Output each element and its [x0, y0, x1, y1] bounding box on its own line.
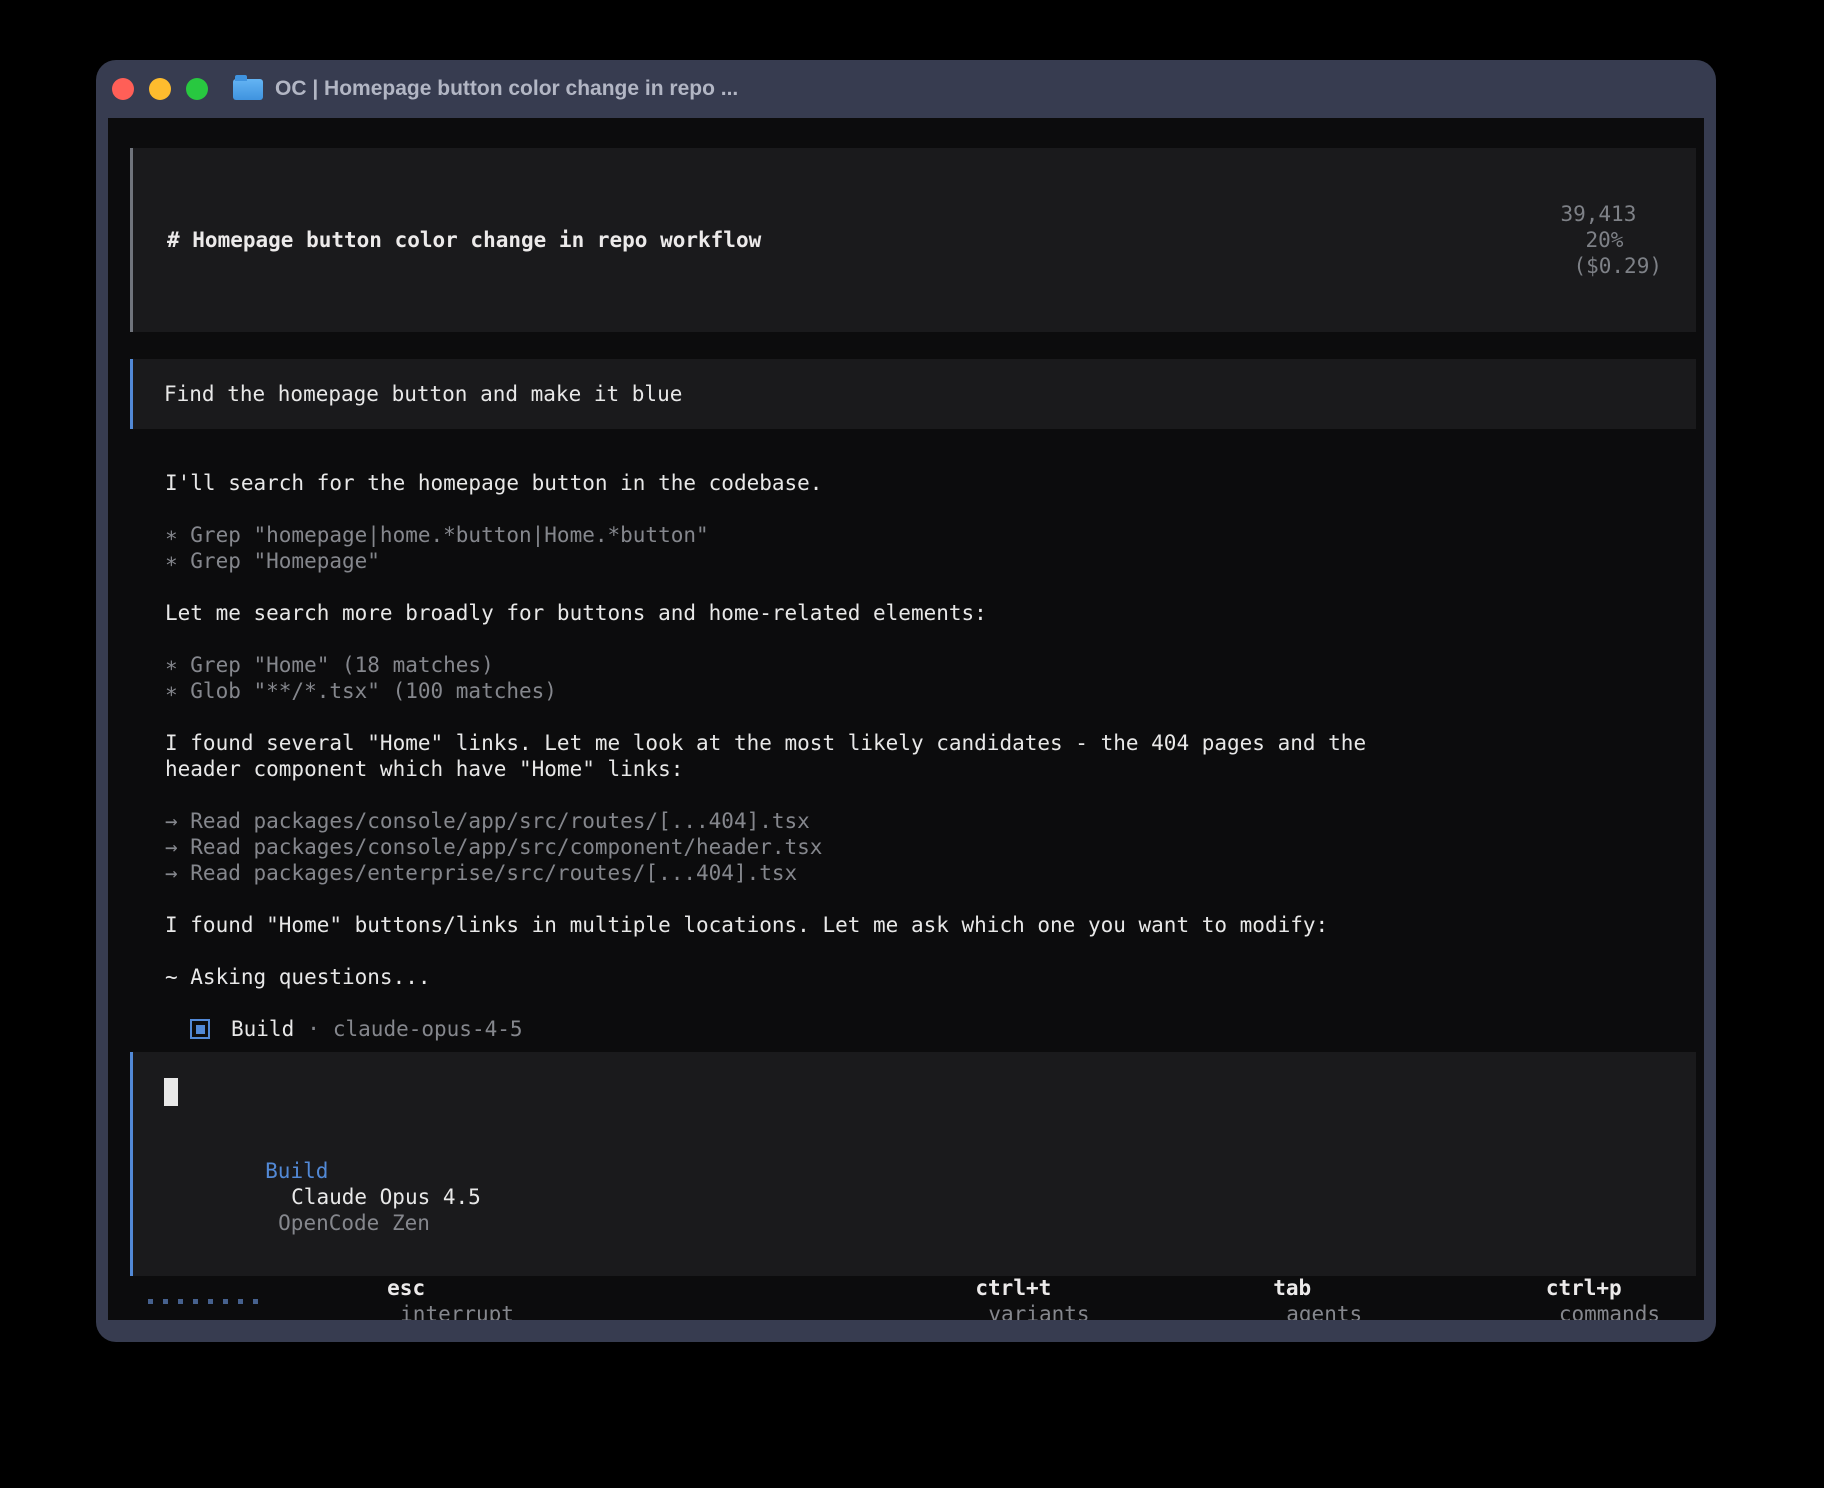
zoom-button[interactable] [186, 78, 208, 100]
input-provider: OpenCode Zen [278, 1211, 430, 1235]
transcript-line: Let me search more broadly for buttons a… [165, 600, 1696, 626]
spinner-dot [238, 1299, 243, 1304]
context-percent: 20% [1585, 228, 1623, 252]
agent-name: Build [231, 1016, 294, 1042]
transcript-line: I found "Home" buttons/links in multiple… [165, 912, 1696, 938]
window-title: OC | Homepage button color change in rep… [275, 77, 738, 101]
shortcut-label: commands [1559, 1302, 1660, 1320]
titlebar: OC | Homepage button color change in rep… [96, 60, 1716, 118]
shortcut-hint: tab agents [1122, 1249, 1363, 1320]
transcript-line [165, 496, 1696, 522]
window-controls [112, 78, 208, 100]
spinner-dot [163, 1299, 168, 1304]
spinner-dot [208, 1299, 213, 1304]
spinner-dot [193, 1299, 198, 1304]
shortcut-hint: ctrl+t variants [824, 1249, 1090, 1320]
transcript-line: → Read packages/console/app/src/componen… [165, 834, 1696, 860]
session-title: # Homepage button color change in repo w… [167, 227, 761, 253]
spinner-dots [148, 1299, 258, 1304]
terminal-window: OC | Homepage button color change in rep… [96, 60, 1716, 1342]
shortcut-label: agents [1286, 1302, 1362, 1320]
input-line [164, 1078, 1665, 1106]
agent-status-row: Build · claude-opus-4-5 [165, 1016, 1696, 1042]
input-status-row: Build Claude Opus 4.5 OpenCode Zen [164, 1132, 1665, 1262]
transcript-line: ∗ Glob "**/*.tsx" (100 matches) [165, 678, 1696, 704]
transcript-line [165, 886, 1696, 912]
esc-key-label: esc [387, 1276, 425, 1300]
transcript-line: I found several "Home" links. Let me loo… [165, 730, 1696, 756]
shortcut-key: ctrl+t [975, 1276, 1051, 1300]
transcript-line [165, 938, 1696, 964]
transcript-line: ∗ Grep "homepage|home.*button|Home.*butt… [165, 522, 1696, 548]
spinner-dot [148, 1299, 153, 1304]
transcript-line [165, 782, 1696, 808]
transcript-line [165, 626, 1696, 652]
folder-icon [233, 79, 263, 100]
transcript: I'll search for the homepage button in t… [165, 470, 1696, 990]
prompt-input[interactable]: Build Claude Opus 4.5 OpenCode Zen [130, 1052, 1696, 1276]
text-cursor [164, 1078, 178, 1106]
spinner-dot [223, 1299, 228, 1304]
shortcut-hints: ctrl+t variants tab agents ctrl+p comman… [824, 1249, 1660, 1320]
user-message: Find the homepage button and make it blu… [130, 359, 1696, 429]
transcript-line: ∗ Grep "Homepage" [165, 548, 1696, 574]
spinner-dot [253, 1299, 258, 1304]
status-bar: esc interrupt ctrl+t variants tab agents… [130, 1288, 1696, 1314]
spinner-dot [178, 1299, 183, 1304]
shortcut-key: tab [1273, 1276, 1311, 1300]
interrupt-hint: esc interrupt [286, 1249, 514, 1320]
transcript-line: I'll search for the homepage button in t… [165, 470, 1696, 496]
session-cost: ($0.29) [1573, 254, 1662, 278]
shortcut-hint: ctrl+p commands [1394, 1249, 1660, 1320]
agent-build-icon [190, 1019, 210, 1039]
transcript-line: header component which have "Home" links… [165, 756, 1696, 782]
token-count: 39,413 [1560, 202, 1636, 226]
separator-dot: · [307, 1016, 320, 1042]
minimize-button[interactable] [149, 78, 171, 100]
interrupt-label: interrupt [400, 1302, 514, 1320]
input-agent: Build [265, 1159, 328, 1183]
session-header: # Homepage button color change in repo w… [130, 148, 1696, 332]
transcript-line: ~ Asking questions... [165, 964, 1696, 990]
transcript-line: → Read packages/console/app/src/routes/[… [165, 808, 1696, 834]
transcript-line: → Read packages/enterprise/src/routes/[.… [165, 860, 1696, 886]
transcript-line: ∗ Grep "Home" (18 matches) [165, 652, 1696, 678]
terminal-content: # Homepage button color change in repo w… [108, 118, 1704, 1320]
close-button[interactable] [112, 78, 134, 100]
shortcut-key: ctrl+p [1546, 1276, 1622, 1300]
input-model: Claude Opus 4.5 [291, 1185, 481, 1209]
transcript-line [165, 704, 1696, 730]
transcript-line [165, 574, 1696, 600]
model-name: claude-opus-4-5 [333, 1016, 523, 1042]
session-stats: 39,413 20% ($0.29) [1459, 175, 1662, 305]
shortcut-label: variants [988, 1302, 1089, 1320]
